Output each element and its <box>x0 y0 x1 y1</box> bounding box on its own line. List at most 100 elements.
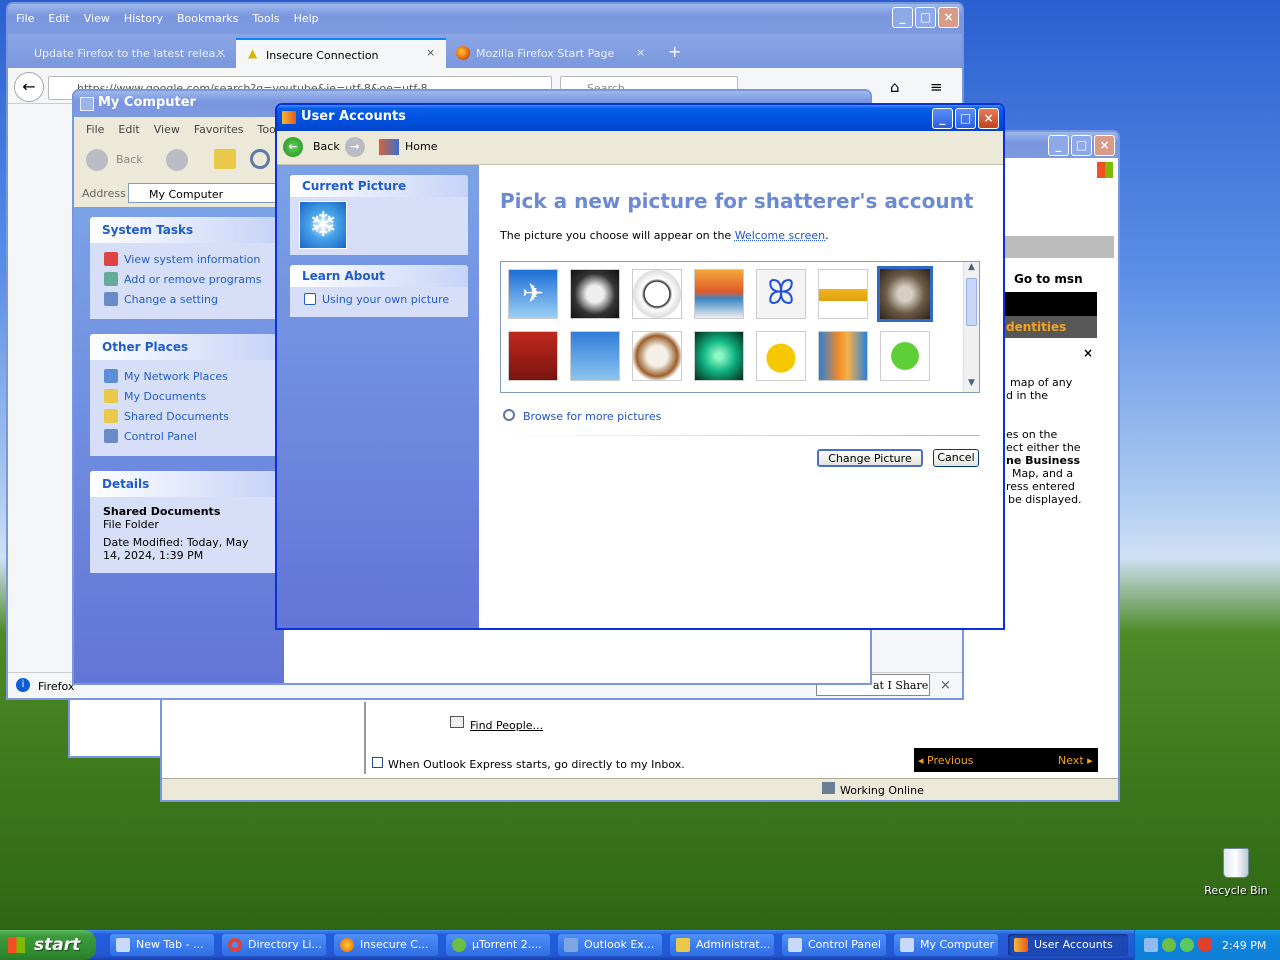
maximize-button[interactable]: □ <box>915 7 936 28</box>
menu-bookmarks[interactable]: Bookmarks <box>177 12 238 25</box>
msn-next[interactable]: Next ▸ <box>1058 754 1093 767</box>
maximize-button[interactable]: □ <box>1071 135 1092 156</box>
security-tray-icon[interactable] <box>1198 938 1212 952</box>
taskbar-item-control-panel[interactable]: Control Panel <box>782 934 886 956</box>
picture-list[interactable]: ✈ ꕤ ● ▲ ▼ <box>500 261 980 393</box>
picture-dog-selected[interactable] <box>877 266 933 322</box>
useraccounts-window[interactable]: User Accounts _ □ × ← Back → Home Current… <box>275 103 1005 630</box>
scroll-up-arrow-icon[interactable]: ▲ <box>964 262 979 276</box>
home-icon[interactable]: ⌂ <box>890 78 900 96</box>
network-tray-icon[interactable] <box>1144 938 1158 952</box>
picture-motorbike[interactable] <box>570 331 620 381</box>
notification-close-icon[interactable]: × <box>940 678 951 693</box>
firefox-titlebar[interactable]: File Edit View History Bookmarks Tools Help <box>8 4 962 34</box>
up-folder-icon[interactable] <box>214 149 236 169</box>
picture-frog[interactable] <box>880 331 930 381</box>
system-tasks-header[interactable]: System Tasks <box>90 217 276 243</box>
picture-soccer-ball[interactable] <box>632 269 682 319</box>
tab-mozilla-close-icon[interactable]: × <box>636 46 645 59</box>
ua-home-button[interactable]: Home <box>379 136 437 158</box>
close-button[interactable]: × <box>978 108 999 129</box>
welcome-screen-link[interactable]: Welcome screen <box>735 229 825 242</box>
scroll-thumb[interactable] <box>966 278 977 326</box>
ua-back-button[interactable]: ← Back <box>283 136 340 158</box>
taskbar-item-new-tab[interactable]: New Tab - ... <box>110 934 214 956</box>
other-places-header[interactable]: Other Places <box>90 334 276 360</box>
taskbar-item-administrator[interactable]: Administrat... <box>670 934 774 956</box>
useraccounts-titlebar[interactable]: User Accounts <box>277 105 1003 131</box>
picture-airplane[interactable]: ✈ <box>508 269 558 319</box>
menu-edit[interactable]: Edit <box>48 12 69 25</box>
menu-favorites[interactable]: Favorites <box>194 123 244 136</box>
tab-insecure[interactable]: Insecure Connection <box>236 38 446 68</box>
menu-history[interactable]: History <box>124 12 163 25</box>
search-icon[interactable] <box>250 149 270 169</box>
menu-icon[interactable]: ≡ <box>930 78 943 96</box>
picture-rubber-duck[interactable]: ● <box>756 331 806 381</box>
menu-file[interactable]: File <box>16 12 34 25</box>
picture-chess[interactable] <box>508 331 558 381</box>
address-field[interactable]: My Computer <box>128 183 278 203</box>
tab-update[interactable]: Update Firefox to the latest relea... <box>12 38 234 68</box>
mycomputer-back-button[interactable]: Back <box>86 149 143 171</box>
minimize-button[interactable]: _ <box>1048 135 1069 156</box>
msn-close-icon[interactable]: × <box>1083 346 1093 360</box>
taskbar-item-directory[interactable]: Directory Li... <box>222 934 326 956</box>
find-people-link[interactable]: Find People... <box>470 719 543 732</box>
menu-edit[interactable]: Edit <box>118 123 139 136</box>
taskbar-item-my-computer[interactable]: My Computer <box>894 934 998 956</box>
place-shared-documents[interactable]: Shared Documents <box>90 406 276 426</box>
task-add-remove-programs[interactable]: Add or remove programs <box>90 269 276 289</box>
picture-fish[interactable] <box>818 331 868 381</box>
close-button[interactable]: × <box>1094 135 1115 156</box>
place-network[interactable]: My Network Places <box>90 366 276 386</box>
menu-tools[interactable]: Tools <box>252 12 279 25</box>
task-view-system-info[interactable]: View system information <box>90 249 276 269</box>
msn-tray-icon[interactable] <box>1180 938 1194 952</box>
maximize-button[interactable]: □ <box>955 108 976 129</box>
menu-file[interactable]: File <box>86 123 104 136</box>
clock[interactable]: 2:49 PM <box>1222 939 1266 952</box>
picture-race-car[interactable] <box>818 269 868 319</box>
tab-update-close-icon[interactable]: × <box>216 46 225 59</box>
minimize-button[interactable]: _ <box>932 108 953 129</box>
scroll-down-arrow-icon[interactable]: ▼ <box>964 378 979 392</box>
picture-green-abstract[interactable] <box>694 331 744 381</box>
forward-arrow-icon[interactable]: → <box>345 137 365 157</box>
startup-checkbox[interactable] <box>372 757 383 768</box>
msn-text6: Map, and a <box>1012 467 1074 480</box>
picture-list-scrollbar[interactable]: ▲ ▼ <box>963 262 979 392</box>
msn-identities[interactable]: dentities <box>1000 316 1097 338</box>
picture-astronaut[interactable] <box>570 269 620 319</box>
back-button[interactable]: ← <box>14 72 44 102</box>
picture-beach-chair[interactable] <box>694 269 744 319</box>
minimize-button[interactable]: _ <box>892 7 913 28</box>
forward-arrow-icon[interactable] <box>166 149 188 171</box>
new-tab-button[interactable]: + <box>668 42 681 61</box>
recycle-bin[interactable]: Recycle Bin <box>1200 848 1272 904</box>
taskbar-item-utorrent[interactable]: µTorrent 2.... <box>446 934 550 956</box>
place-documents[interactable]: My Documents <box>90 386 276 406</box>
place-control-panel[interactable]: Control Panel <box>90 426 276 446</box>
menu-view[interactable]: View <box>154 123 180 136</box>
learn-own-picture[interactable]: Using your own picture <box>290 287 468 307</box>
taskbar-item-insecure[interactable]: Insecure C... <box>334 934 438 956</box>
menu-view[interactable]: View <box>84 12 110 25</box>
taskbar-item-outlook[interactable]: Outlook Ex... <box>558 934 662 956</box>
msn-goto[interactable]: Go to msn <box>1014 272 1083 286</box>
taskbar-item-user-accounts[interactable]: User Accounts <box>1008 934 1128 956</box>
msn-previous[interactable]: ◂ Previous <box>918 754 974 767</box>
tab-mozilla[interactable]: Mozilla Firefox Start Page <box>448 38 654 68</box>
task-change-setting[interactable]: Change a setting <box>90 289 276 309</box>
start-button[interactable]: start <box>0 930 96 960</box>
picture-butterfly[interactable]: ꕤ <box>756 269 806 319</box>
close-button[interactable]: × <box>938 7 959 28</box>
tab-insecure-close-icon[interactable]: × <box>426 46 435 59</box>
menu-help[interactable]: Help <box>294 12 319 25</box>
utorrent-tray-icon[interactable] <box>1162 938 1176 952</box>
browse-pictures-link[interactable]: Browse for more pictures <box>523 410 661 423</box>
picture-dog[interactable] <box>632 331 682 381</box>
details-header[interactable]: Details <box>90 471 276 497</box>
change-picture-button[interactable]: Change Picture <box>817 449 923 467</box>
cancel-button[interactable]: Cancel <box>933 449 979 467</box>
